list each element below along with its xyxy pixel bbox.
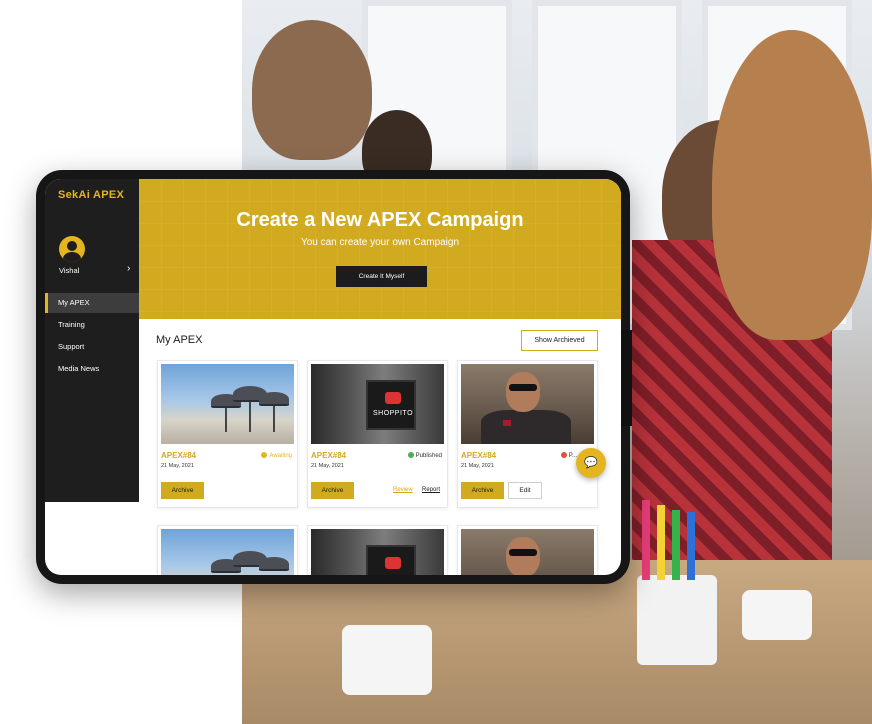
campaign-banner: Create a New APEX Campaign You can creat… xyxy=(139,179,621,319)
status-dot-icon xyxy=(560,452,567,458)
campaign-thumbnail xyxy=(461,529,594,575)
background-marker xyxy=(672,510,680,580)
campaign-card[interactable] xyxy=(457,525,598,575)
sunglasses xyxy=(509,384,537,391)
background-marker xyxy=(687,512,695,580)
campaign-thumbnail xyxy=(461,364,594,444)
background-mug xyxy=(742,590,812,640)
report-link[interactable]: Report xyxy=(422,487,440,493)
shop-logo-icon xyxy=(385,557,401,569)
campaign-date: 21 May, 2021 xyxy=(161,463,194,469)
review-link[interactable]: Review xyxy=(393,487,413,493)
status-dot-icon xyxy=(261,452,268,458)
user-avatar-icon[interactable] xyxy=(59,236,85,262)
campaign-thumbnail: SHOPPITO xyxy=(311,364,444,444)
expo-pole xyxy=(273,406,275,432)
campaign-card[interactable]: APEX#84 21 May, 2021 Awaiting Archive xyxy=(157,360,298,508)
background-marker xyxy=(642,500,650,580)
archive-button[interactable]: Archive xyxy=(311,482,354,499)
background-desk xyxy=(242,560,872,724)
create-it-myself-button[interactable]: Create It Myself xyxy=(336,266,427,287)
shop-sign-text: SHOPPITO xyxy=(372,410,414,417)
campaign-date: 21 May, 2021 xyxy=(311,463,344,469)
shop-logo-icon xyxy=(385,392,401,404)
app-screen: SekAi APEX Vishal › My APEX Training Sup… xyxy=(45,179,621,575)
campaign-card[interactable]: APEX#84 21 May, 2021 P... Archive Edit xyxy=(457,360,598,508)
expo-pole xyxy=(225,408,227,432)
background-pen-cup xyxy=(637,575,717,665)
expo-pole xyxy=(249,402,251,432)
campaign-date: 21 May, 2021 xyxy=(461,463,494,469)
sidebar-item-support[interactable]: Support xyxy=(45,337,139,357)
sidebar: SekAi APEX Vishal › My APEX Training Sup… xyxy=(45,179,139,502)
man-head xyxy=(506,537,540,575)
man-head xyxy=(506,372,540,412)
status-label: Awaiting xyxy=(269,453,292,459)
campaign-card[interactable]: SHOPPITO xyxy=(307,525,448,575)
user-name[interactable]: Vishal xyxy=(59,266,79,275)
section-title: My APEX xyxy=(156,334,203,346)
archive-button[interactable]: Archive xyxy=(161,482,204,499)
status-badge: Published xyxy=(407,452,442,459)
campaign-id: APEX#84 xyxy=(311,451,347,460)
shop-sign: SHOPPITO xyxy=(366,380,416,430)
show-archived-button[interactable]: Show Archieved xyxy=(521,330,598,351)
status-badge: P... xyxy=(560,452,577,459)
chevron-right-icon[interactable]: › xyxy=(127,263,130,274)
status-dot-icon xyxy=(407,452,414,458)
background-person xyxy=(712,30,872,340)
status-label: Published xyxy=(415,453,442,459)
chat-button[interactable]: 💬 xyxy=(576,448,606,478)
sunglasses xyxy=(509,549,537,556)
banner-subtitle: You can create your own Campaign xyxy=(300,237,460,248)
background-mug xyxy=(342,625,432,695)
campaign-thumbnail: SHOPPITO xyxy=(311,529,444,575)
archive-button[interactable]: Archive xyxy=(461,482,504,499)
campaign-thumbnail xyxy=(161,529,294,575)
background-marker xyxy=(657,505,665,580)
banner-pattern xyxy=(139,179,621,319)
avatar-body xyxy=(63,252,81,262)
edit-button[interactable]: Edit xyxy=(508,482,542,499)
background-person xyxy=(252,20,372,160)
chat-icon: 💬 xyxy=(584,457,598,469)
banner-title: Create a New APEX Campaign xyxy=(236,209,524,231)
expo-canopy xyxy=(259,557,289,571)
campaign-id: APEX#84 xyxy=(461,451,497,460)
avatar-head xyxy=(67,241,77,251)
expo-canopy xyxy=(259,392,289,406)
campaign-id: APEX#84 xyxy=(161,451,197,460)
campaign-card[interactable] xyxy=(157,525,298,575)
sidebar-item-media-news[interactable]: Media News xyxy=(45,359,139,379)
shop-sign: SHOPPITO xyxy=(366,545,416,575)
sidebar-item-training[interactable]: Training xyxy=(45,315,139,335)
campaign-thumbnail xyxy=(161,364,294,444)
tablet-device: SekAi APEX Vishal › My APEX Training Sup… xyxy=(36,170,632,584)
sidebar-item-my-apex[interactable]: My APEX xyxy=(45,293,139,313)
campaign-card[interactable]: SHOPPITO APEX#84 21 May, 2021 Published … xyxy=(307,360,448,508)
status-badge: Awaiting xyxy=(261,452,292,459)
pocket-square xyxy=(503,420,511,426)
man-body xyxy=(481,410,571,444)
brand-logo: SekAi APEX xyxy=(58,189,125,201)
